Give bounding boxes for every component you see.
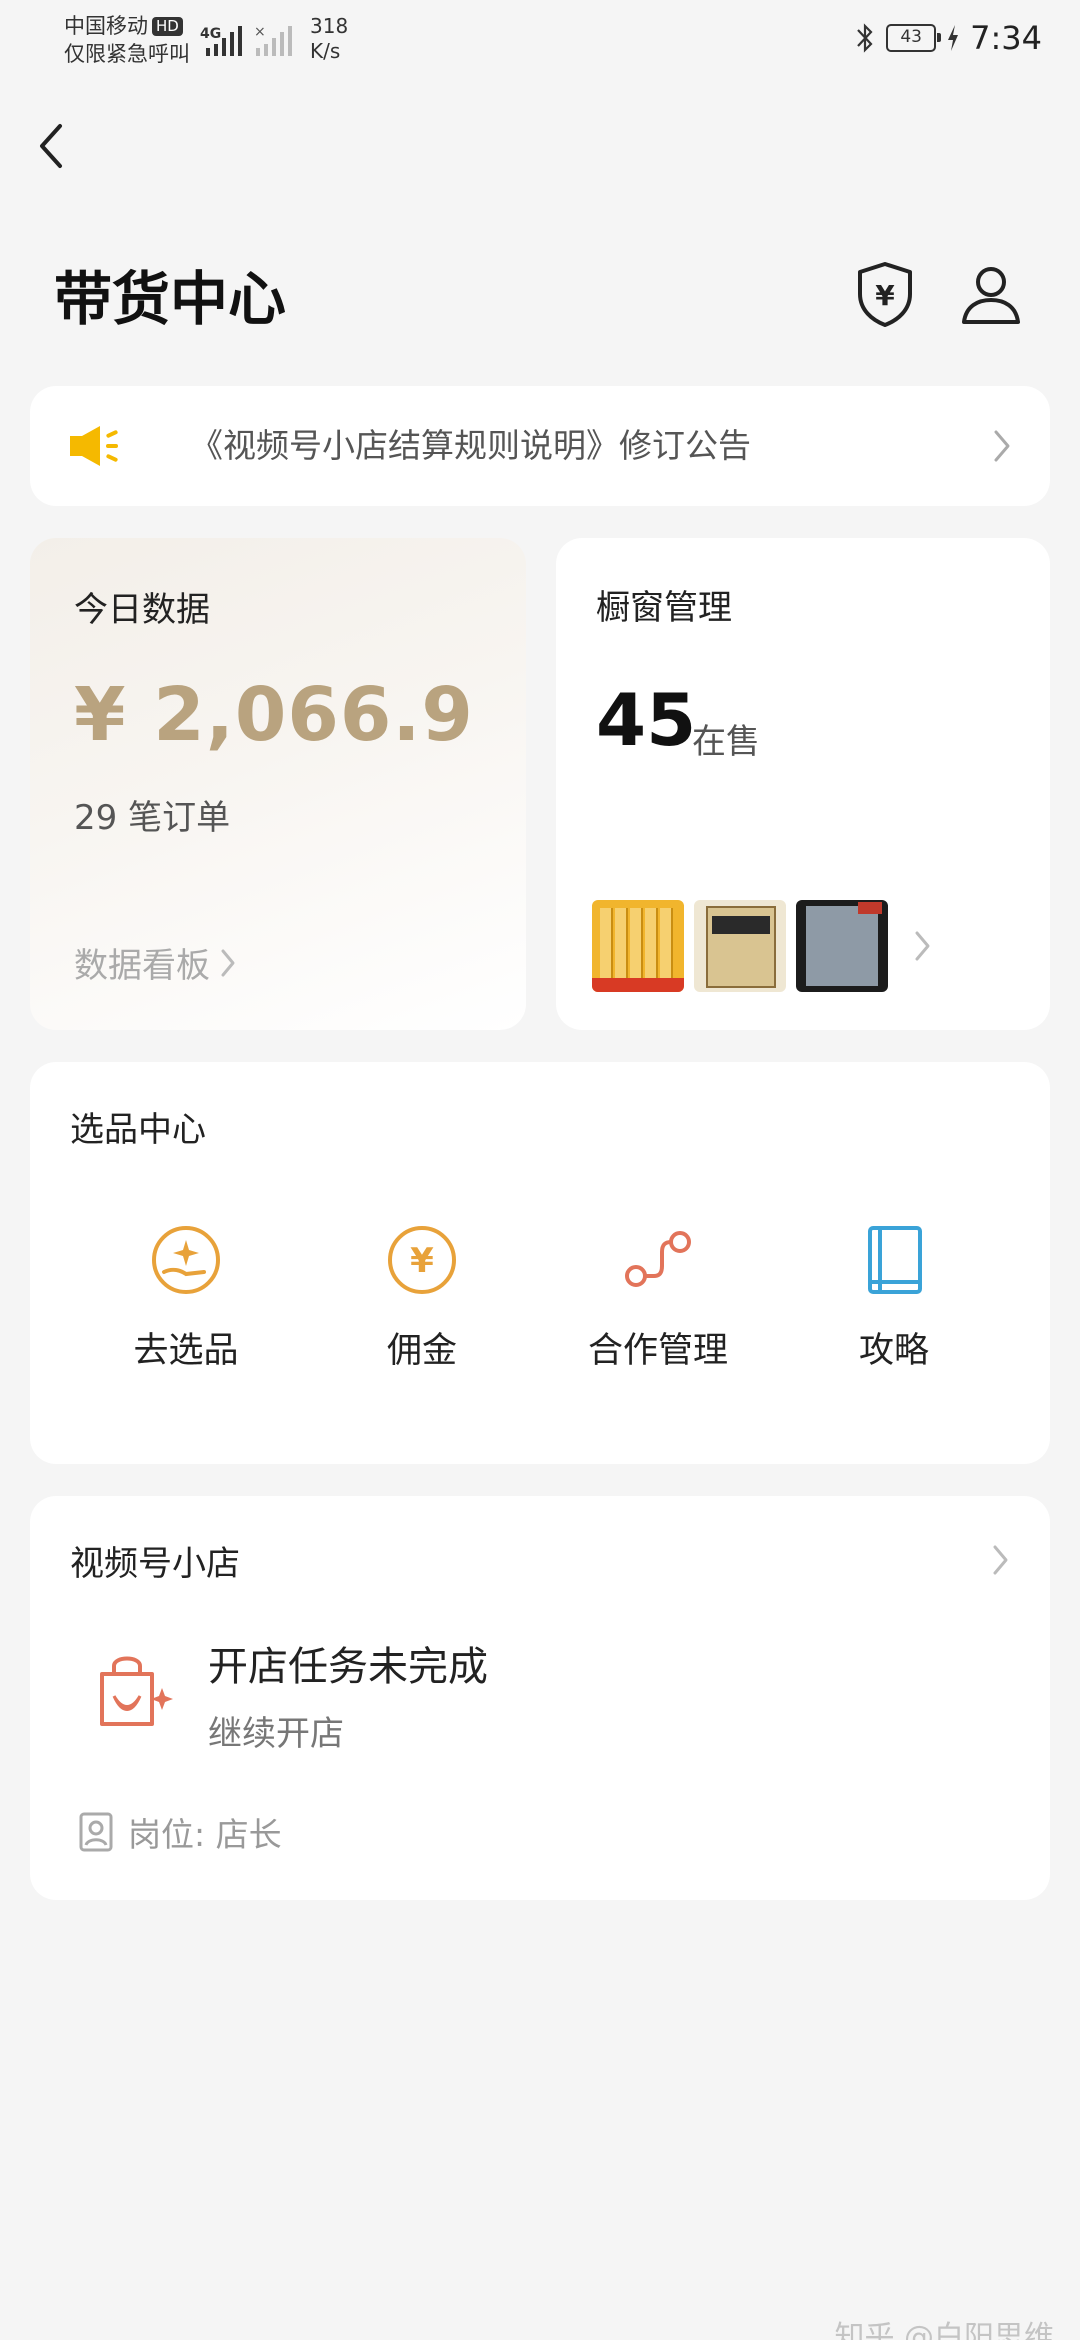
signal-icon: 4G × — [200, 24, 292, 56]
store-role-label: 岗位: 店长 — [128, 1815, 282, 1854]
emergency-text: 仅限紧急呼叫 — [64, 42, 190, 66]
charging-icon — [948, 25, 959, 51]
clock: 7:34 — [970, 19, 1042, 57]
today-amount: ¥ 2,066.9 — [74, 672, 474, 758]
user-icon[interactable] — [958, 262, 1024, 328]
chevron-right-icon — [994, 430, 1010, 462]
today-orders: 29 笔订单 — [74, 798, 231, 838]
select-center-label: 选品中心 — [70, 1110, 206, 1150]
speed-unit: K/s — [310, 39, 341, 63]
speed-value: 318 — [310, 14, 349, 38]
chevron-right-icon — [993, 1545, 1008, 1575]
hd-badge: HD — [152, 17, 183, 36]
select-center-card: 选品中心 去选品 ¥ 佣金 合作管理 攻略 — [30, 1062, 1050, 1464]
status-right: 43 7:34 — [854, 18, 1042, 58]
store-label: 视频号小店 — [70, 1544, 240, 1584]
today-data-label: 今日数据 — [74, 590, 210, 630]
cooperation-label: 合作管理 — [587, 1331, 728, 1371]
book-icon — [868, 1226, 922, 1294]
product-thumbnail[interactable] — [592, 900, 684, 992]
today-data-card[interactable]: 今日数据 ¥ 2,066.9 29 笔订单 数据看板 — [30, 538, 526, 1030]
select-products-button[interactable]: 去选品 — [86, 1222, 286, 1373]
store-role: 岗位: 店长 — [78, 1808, 282, 1856]
data-board-label: 数据看板 — [74, 946, 210, 986]
connection-icon — [625, 1231, 691, 1287]
network-type: 4G — [200, 26, 221, 42]
hand-sparkle-icon — [152, 1226, 220, 1294]
carrier-name: 中国移动 — [64, 14, 148, 38]
product-thumbnail[interactable] — [796, 900, 888, 992]
page-title: 带货中心 — [54, 265, 287, 333]
shopping-bag-icon — [100, 1656, 173, 1726]
window-management-card[interactable]: 橱窗管理 45 在售 — [556, 538, 1050, 1030]
chevron-right-icon — [915, 931, 930, 961]
battery-icon: 43 — [886, 24, 942, 52]
window-label: 橱窗管理 — [596, 588, 732, 628]
network-speed: 318 K/s — [310, 14, 348, 64]
guide-label: 攻略 — [858, 1331, 929, 1371]
store-task-text: 开店任务未完成 — [208, 1644, 488, 1690]
carrier-info: 中国移动 HD 仅限紧急呼叫 — [64, 12, 190, 68]
id-card-icon — [79, 1812, 113, 1852]
svg-text:¥: ¥ — [410, 1241, 434, 1281]
notice-text: 《视频号小店结算规则说明》修订公告 — [190, 426, 751, 465]
commission-button[interactable]: ¥ 佣金 — [322, 1222, 522, 1373]
on-sale-unit: 在售 — [692, 722, 760, 762]
cooperation-button[interactable]: 合作管理 — [558, 1222, 758, 1373]
back-icon[interactable] — [32, 118, 72, 174]
speaker-icon — [70, 426, 118, 466]
continue-open-store[interactable]: 继续开店 — [208, 1706, 344, 1755]
bluetooth-icon — [857, 23, 873, 53]
store-card[interactable]: 视频号小店 开店任务未完成 继续开店 岗位: 店长 — [30, 1496, 1050, 1900]
on-sale-count: 45 — [596, 678, 697, 762]
chevron-right-icon — [221, 949, 235, 976]
watermark: 知乎 @白阳思维 — [834, 2320, 1054, 2340]
select-products-label: 去选品 — [133, 1331, 239, 1371]
commission-label: 佣金 — [386, 1331, 457, 1371]
notice-banner[interactable]: 《视频号小店结算规则说明》修订公告 — [30, 386, 1050, 506]
svg-text:¥: ¥ — [875, 279, 895, 312]
yen-circle-icon: ¥ — [388, 1226, 456, 1294]
data-board-link[interactable]: 数据看板 — [74, 938, 236, 987]
guide-button[interactable]: 攻略 — [794, 1222, 994, 1373]
status-bar: 中国移动 HD 仅限紧急呼叫 4G × 318 K/s 43 7:34 — [0, 0, 1080, 75]
shield-yen-icon[interactable]: ¥ — [852, 258, 918, 330]
svg-text:×: × — [254, 24, 266, 40]
product-thumbnails[interactable] — [592, 900, 892, 992]
product-thumbnail[interactable] — [694, 900, 786, 992]
